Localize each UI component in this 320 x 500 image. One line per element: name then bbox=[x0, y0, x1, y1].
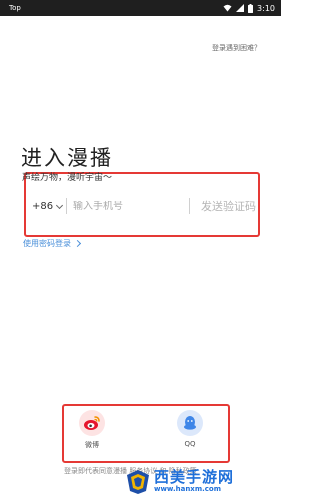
qq-login-button[interactable]: QQ bbox=[172, 410, 208, 448]
qq-icon-circle bbox=[177, 410, 203, 436]
qq-icon bbox=[184, 416, 196, 430]
password-login-link[interactable]: 使用密码登录 bbox=[23, 238, 82, 249]
phone-number-input[interactable] bbox=[67, 200, 189, 212]
social-login-box: 微博 QQ bbox=[62, 404, 230, 463]
weibo-login-button[interactable]: 微博 bbox=[74, 410, 110, 450]
page-title: 进入漫播 bbox=[21, 146, 113, 170]
page-subtitle: 声绘万物，漫听宇宙～ bbox=[22, 173, 113, 183]
status-app-label: Top bbox=[9, 4, 21, 12]
login-help-link[interactable]: 登录遇到困难？ bbox=[212, 43, 261, 53]
watermark-logo-icon bbox=[127, 469, 149, 494]
status-bar: Top 3:10 bbox=[0, 0, 281, 16]
country-code-selector[interactable]: +86 bbox=[32, 201, 66, 212]
password-login-label: 使用密码登录 bbox=[23, 239, 71, 248]
qq-label: QQ bbox=[184, 440, 196, 448]
weibo-label: 微博 bbox=[85, 441, 99, 449]
send-code-divider bbox=[189, 198, 190, 214]
weibo-icon bbox=[84, 416, 100, 430]
watermark-url: www.hanxm.com bbox=[154, 485, 222, 493]
status-icons: 3:10 bbox=[223, 3, 275, 13]
status-time: 3:10 bbox=[257, 3, 275, 13]
watermark-title: 西美手游网 bbox=[154, 468, 235, 486]
watermark-text: 西美手游网 www.hanxm.com bbox=[154, 469, 234, 494]
chevron-down-icon bbox=[56, 201, 64, 209]
signal-icon bbox=[236, 4, 245, 12]
site-watermark: 西美手游网 www.hanxm.com bbox=[125, 465, 277, 498]
send-code-button[interactable]: 发送验证码 bbox=[197, 198, 256, 214]
wifi-icon bbox=[223, 4, 232, 12]
battery-icon bbox=[248, 3, 254, 13]
chevron-right-icon bbox=[73, 239, 82, 248]
country-code-label: +86 bbox=[32, 200, 54, 212]
phone-input-row: +86 发送验证码 bbox=[32, 196, 256, 216]
weibo-icon-circle bbox=[79, 410, 105, 436]
